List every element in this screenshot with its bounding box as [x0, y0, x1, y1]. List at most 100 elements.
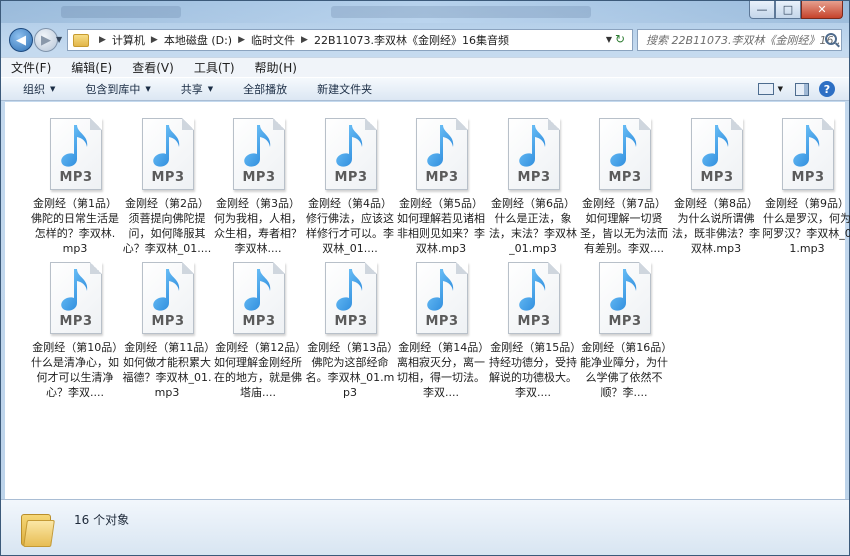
mp3-file-icon: MP3 [412, 118, 470, 194]
mp3-file-icon: MP3 [412, 262, 470, 338]
title-blur-region [61, 6, 181, 18]
file-item[interactable]: MP3 金刚经（第11品）如何做才能积累大福德？李双林_01.mp3 [121, 254, 213, 402]
file-item[interactable]: MP3 金刚经（第8品）为什么说所谓佛法，既非佛法？李双林.mp3 [670, 110, 762, 258]
search-icon[interactable] [825, 33, 837, 45]
help-icon[interactable]: ? [819, 81, 835, 97]
file-name: 金刚经（第10品）什么是清净心，如何才可以生清净心？李双.... [31, 341, 119, 399]
forward-button[interactable]: ▶ [34, 28, 58, 52]
mp3-label: MP3 [700, 170, 734, 185]
menu-file[interactable]: 文件(F) [11, 59, 51, 76]
file-item[interactable]: MP3 金刚经（第6品）什么是正法，象法，末法？李双林_01.mp3 [487, 110, 579, 258]
chevron-right-icon[interactable]: ▶ [301, 35, 308, 45]
caret-down-icon: ▼ [50, 85, 56, 93]
explorer-window: — □ ✕ ◀ ▶ ▼ ▶ 计算机 ▶ 本地磁盘 (D:) ▶ 临时文件 ▶ 2… [0, 0, 850, 556]
mp3-label: MP3 [334, 170, 368, 185]
command-bar: 组织 ▼ 包含到库中 ▼ 共享 ▼ 全部播放 新建文件夹 ▼ ? [1, 77, 849, 101]
share-button[interactable]: 共享 ▼ [181, 81, 213, 97]
file-item[interactable]: MP3 金刚经（第15品）持经功德分，受持解说的功德极大。李双.... [487, 254, 579, 402]
menu-view[interactable]: 查看(V) [132, 59, 174, 76]
mp3-file-icon: MP3 [138, 118, 196, 194]
file-name: 金刚经（第1品）佛陀的日常生活是怎样的？李双林.mp3 [31, 197, 119, 255]
title-blur-region [331, 6, 591, 18]
chevron-right-icon[interactable]: ▶ [151, 35, 158, 45]
change-view-icon[interactable] [757, 83, 774, 95]
mp3-label: MP3 [242, 314, 276, 329]
chevron-right-icon[interactable]: ▶ [99, 35, 106, 45]
breadcrumb-item[interactable]: 本地磁盘 (D:) [164, 32, 232, 48]
breadcrumb-item[interactable]: 临时文件 [251, 32, 295, 48]
file-item[interactable]: MP3 金刚经（第2品）须菩提向佛陀提问，如何降服其心？李双林_01.... [121, 110, 213, 258]
menu-tools[interactable]: 工具(T) [194, 59, 235, 76]
caret-down-icon: ▼ [145, 85, 151, 93]
title-bar: — □ ✕ [1, 1, 849, 23]
file-item[interactable]: MP3 金刚经（第9品）什么是罗汉，何为阿罗汉？李双林_01.mp3 [761, 110, 850, 258]
breadcrumb: ▶ 计算机 ▶ 本地磁盘 (D:) ▶ 临时文件 ▶ 22B11073.李双林《… [93, 32, 509, 48]
organize-button[interactable]: 组织 ▼ [23, 81, 55, 97]
mp3-label: MP3 [59, 170, 93, 185]
navigation-bar: ◀ ▶ ▼ ▶ 计算机 ▶ 本地磁盘 (D:) ▶ 临时文件 ▶ 22B1107… [1, 27, 849, 53]
play-all-label: 全部播放 [243, 83, 288, 96]
refresh-icon[interactable]: ↻ [615, 32, 625, 46]
organize-label: 组织 [23, 83, 45, 96]
recent-pages-dropdown[interactable]: ▼ [56, 35, 62, 44]
file-name: 金刚经（第13品）佛陀为这部经命名。李双林_01.mp3 [305, 341, 395, 399]
mp3-file-icon: MP3 [46, 118, 104, 194]
back-button[interactable]: ◀ [9, 28, 33, 52]
view-controls: ▼ ? [757, 81, 835, 97]
folder-icon [73, 33, 89, 47]
search-input[interactable]: 搜索 22B11073.李双林《金刚经》16... [637, 29, 842, 51]
file-item[interactable]: MP3 金刚经（第4品）修行佛法，应该这样修行才可以。李双林_01.... [304, 110, 396, 258]
file-item[interactable]: MP3 金刚经（第1品）佛陀的日常生活是怎样的？李双林.mp3 [29, 110, 121, 258]
item-count: 16 个对象 [74, 513, 130, 527]
mp3-label: MP3 [517, 314, 551, 329]
mp3-label: MP3 [608, 314, 642, 329]
mp3-label: MP3 [791, 170, 825, 185]
mp3-file-icon: MP3 [321, 262, 379, 338]
mp3-label: MP3 [151, 170, 185, 185]
file-list-area[interactable]: MP3 金刚经（第1品）佛陀的日常生活是怎样的？李双林.mp3 MP3 金刚经（第2品… [5, 102, 850, 499]
file-name: 金刚经（第7品）如何理解一切贤圣，皆以无为法而有差别。李双.... [580, 197, 668, 255]
mp3-file-icon: MP3 [504, 118, 562, 194]
new-folder-button[interactable]: 新建文件夹 [317, 81, 372, 97]
file-name: 金刚经（第4品）修行佛法，应该这样修行才可以。李双林_01.... [306, 197, 394, 255]
file-item[interactable]: MP3 金刚经（第12品）如何理解金刚经所在的地方，就是佛塔庙.... [212, 254, 304, 402]
maximize-button[interactable]: □ [775, 1, 801, 19]
chevron-right-icon[interactable]: ▶ [238, 35, 245, 45]
file-item[interactable]: MP3 金刚经（第16品）能净业障分，为什么学佛了依然不顺？李.... [578, 254, 670, 402]
mp3-file-icon: MP3 [229, 262, 287, 338]
mp3-file-icon: MP3 [595, 118, 653, 194]
mp3-label: MP3 [242, 170, 276, 185]
include-in-library-button[interactable]: 包含到库中 ▼ [85, 81, 150, 97]
search-placeholder: 搜索 22B11073.李双林《金刚经》16... [646, 34, 842, 47]
play-all-button[interactable]: 全部播放 [243, 81, 287, 97]
file-name: 金刚经（第5品）如何理解若见诸相非相则见如来？李双林.mp3 [397, 197, 485, 255]
breadcrumb-item[interactable]: 计算机 [112, 32, 145, 48]
file-item[interactable]: MP3 金刚经（第10品）什么是清净心，如何才可以生清净心？李双.... [29, 254, 121, 402]
mp3-file-icon: MP3 [229, 118, 287, 194]
menu-edit[interactable]: 编辑(E) [71, 59, 112, 76]
file-item[interactable]: MP3 金刚经（第7品）如何理解一切贤圣，皆以无为法而有差别。李双.... [578, 110, 670, 258]
mp3-file-icon: MP3 [321, 118, 379, 194]
minimize-button[interactable]: — [749, 1, 775, 19]
file-name: 金刚经（第3品）何为我相，人相，众生相，寿者相？李双林.... [214, 197, 302, 255]
file-item[interactable]: MP3 金刚经（第14品）离相寂灭分，离一切相，得一切法。李双.... [395, 254, 487, 402]
file-name: 金刚经（第11品）如何做才能积累大福德？李双林_01.mp3 [122, 341, 212, 399]
file-name: 金刚经（第2品）须菩提向佛陀提问，如何降服其心？李双林_01.... [122, 197, 212, 255]
address-bar[interactable]: ▶ 计算机 ▶ 本地磁盘 (D:) ▶ 临时文件 ▶ 22B11073.李双林《… [67, 29, 633, 51]
menu-help[interactable]: 帮助(H) [255, 59, 297, 76]
file-item[interactable]: MP3 金刚经（第13品）佛陀为这部经命名。李双林_01.mp3 [304, 254, 396, 402]
mp3-file-icon: MP3 [595, 262, 653, 338]
mp3-label: MP3 [517, 170, 551, 185]
breadcrumb-item[interactable]: 22B11073.李双林《金刚经》16集音频 [314, 32, 509, 48]
folder-icon [19, 510, 55, 548]
close-button[interactable]: ✕ [801, 1, 843, 19]
file-name: 金刚经（第12品）如何理解金刚经所在的地方，就是佛塔庙.... [214, 341, 302, 399]
arrow-right-icon: ▶ [41, 32, 51, 48]
share-label: 共享 [180, 83, 203, 96]
address-dropdown[interactable]: ▼ [606, 35, 612, 44]
caret-down-icon[interactable]: ▼ [778, 85, 783, 93]
file-item[interactable]: MP3 金刚经（第5品）如何理解若见诸相非相则见如来？李双林.mp3 [395, 110, 487, 258]
file-name: 金刚经（第8品）为什么说所谓佛法，既非佛法？李双林.mp3 [672, 197, 760, 255]
file-item[interactable]: MP3 金刚经（第3品）何为我相，人相，众生相，寿者相？李双林.... [212, 110, 304, 258]
preview-pane-icon[interactable] [795, 82, 809, 96]
